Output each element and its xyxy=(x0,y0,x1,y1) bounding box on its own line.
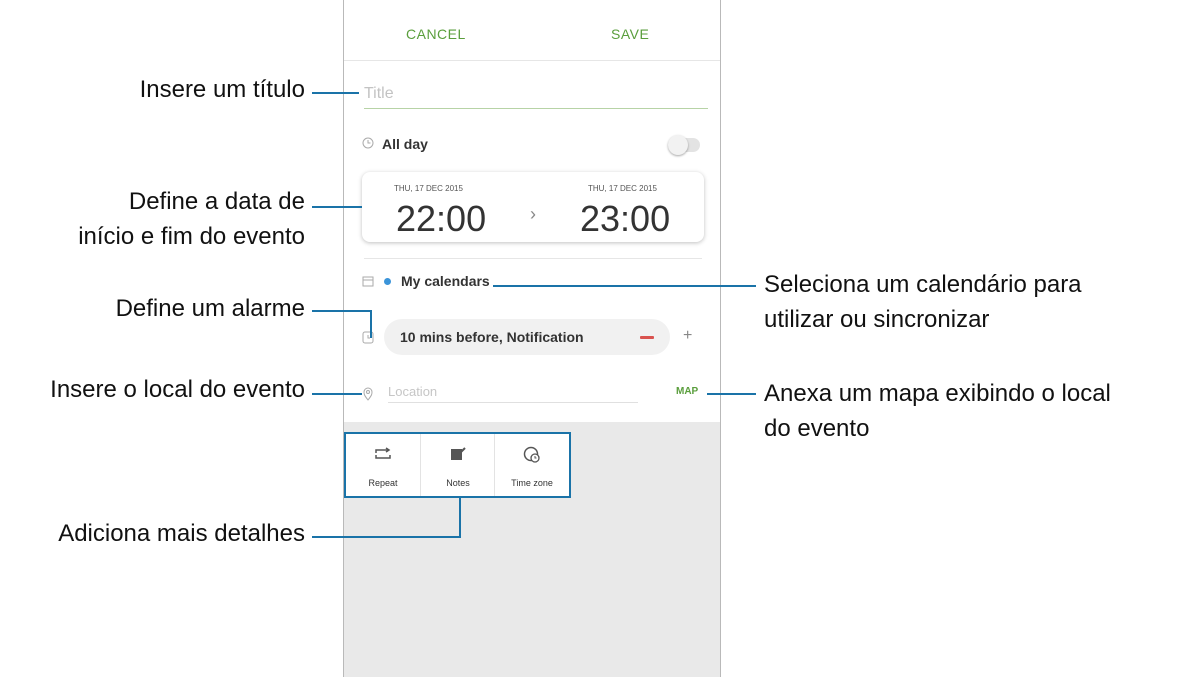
leader-line xyxy=(493,285,756,287)
all-day-toggle[interactable] xyxy=(668,135,700,155)
start-time[interactable]: 22:00 xyxy=(396,198,486,240)
alarm-selector[interactable]: 10 mins before, Notification xyxy=(384,319,670,355)
event-editor-screen: CANCEL SAVE All day THU, 17 DEC 2015 22:… xyxy=(343,0,721,677)
alarm-label: 10 mins before, Notification xyxy=(400,329,584,345)
title-input[interactable] xyxy=(364,80,708,109)
callout-details: Adiciona mais detalhes xyxy=(58,520,305,547)
callout-date-line1: Define a data de xyxy=(128,188,305,215)
save-button[interactable]: SAVE xyxy=(611,26,649,42)
leader-line xyxy=(312,310,372,312)
notes-icon xyxy=(421,446,495,467)
callout-date-line2: início e fim do evento xyxy=(78,223,305,250)
chevron-right-icon: › xyxy=(530,204,536,224)
callout-map-line2: do evento xyxy=(764,415,870,442)
leader-line xyxy=(312,536,461,538)
repeat-icon xyxy=(346,446,420,467)
leader-line xyxy=(312,92,359,94)
leader-line xyxy=(312,206,362,208)
calendar-icon xyxy=(362,275,374,290)
leader-line xyxy=(370,310,372,338)
location-input[interactable] xyxy=(388,380,638,403)
callout-map-line1: Anexa um mapa exibindo o local xyxy=(764,380,1111,407)
repeat-label: Repeat xyxy=(368,478,398,488)
start-date[interactable]: THU, 17 DEC 2015 xyxy=(394,184,463,193)
cancel-button[interactable]: CANCEL xyxy=(406,26,466,42)
leader-line xyxy=(312,393,362,395)
leader-line xyxy=(707,393,756,395)
calendar-color-dot xyxy=(384,278,391,285)
more-details-bar: Repeat Notes Time zone xyxy=(344,432,571,498)
callout-calendar-line1: Seleciona um calendário para xyxy=(764,271,1082,298)
remove-alarm-button[interactable] xyxy=(638,331,656,343)
callout-alarm: Define um alarme xyxy=(115,295,305,322)
all-day-label: All day xyxy=(382,136,428,152)
event-form: CANCEL SAVE All day THU, 17 DEC 2015 22:… xyxy=(344,0,720,422)
date-time-card: THU, 17 DEC 2015 22:00 › THU, 17 DEC 201… xyxy=(362,172,704,242)
time-zone-button[interactable]: Time zone xyxy=(494,434,569,496)
notes-button[interactable]: Notes xyxy=(420,434,495,496)
end-date[interactable]: THU, 17 DEC 2015 xyxy=(588,184,657,193)
divider xyxy=(364,258,702,259)
end-time[interactable]: 23:00 xyxy=(580,198,670,240)
minus-icon xyxy=(640,336,654,339)
calendar-selector[interactable]: My calendars xyxy=(401,273,490,289)
add-alarm-button[interactable]: + xyxy=(683,327,692,345)
notes-label: Notes xyxy=(446,478,470,488)
location-pin-icon xyxy=(362,387,374,404)
time-zone-icon xyxy=(495,446,569,469)
time-zone-label: Time zone xyxy=(511,478,553,488)
alarm-icon xyxy=(362,330,374,347)
repeat-button[interactable]: Repeat xyxy=(346,434,420,496)
toggle-knob xyxy=(668,135,688,155)
callout-title: Insere um título xyxy=(139,76,305,103)
callout-location: Insere o local do evento xyxy=(50,376,305,403)
map-button[interactable]: MAP xyxy=(676,386,698,397)
top-bar: CANCEL SAVE xyxy=(344,10,720,61)
leader-line xyxy=(459,497,461,538)
callout-calendar-line2: utilizar ou sincronizar xyxy=(764,306,990,333)
clock-icon xyxy=(362,137,374,152)
